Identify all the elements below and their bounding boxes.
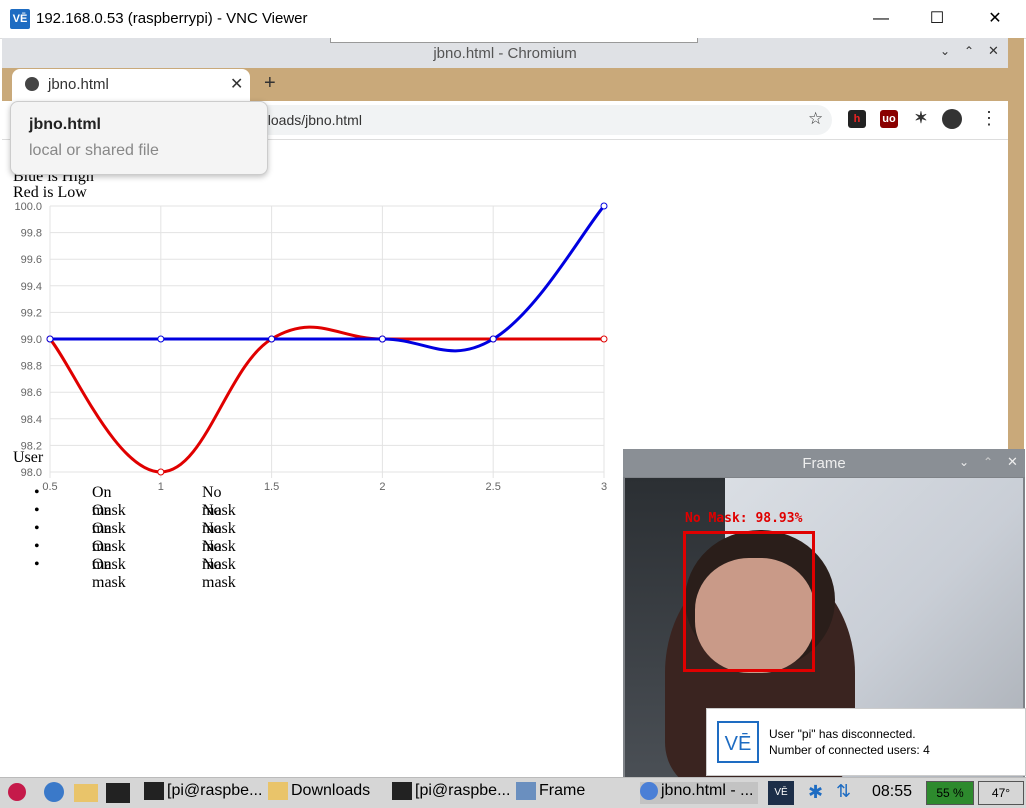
taskbar-label: Frame xyxy=(539,782,586,800)
vnc-toolbar-handle[interactable] xyxy=(330,38,698,43)
x-tick-label: 1.5 xyxy=(264,481,279,493)
detection-label: No Mask: 98.93% xyxy=(685,511,803,526)
tab-close-icon[interactable]: ✕ xyxy=(230,74,243,94)
taskbar-label: [pi@raspbe... xyxy=(167,782,263,800)
browser-launcher-icon[interactable] xyxy=(44,782,64,802)
ublock-icon[interactable]: uo xyxy=(880,110,898,128)
x-tick-label: 2 xyxy=(379,481,385,493)
bullet-icon: • xyxy=(34,502,40,519)
notify-line1: User "pi" has disconnected. xyxy=(769,727,916,741)
vnc-tray-icon[interactable]: VĒ xyxy=(768,781,794,805)
chevron-down-icon[interactable]: ⌄ xyxy=(940,44,950,58)
chromium-close-icon[interactable]: ✕ xyxy=(988,43,999,59)
bullet-icon: • xyxy=(34,538,40,555)
files-launcher-icon[interactable] xyxy=(74,784,98,802)
taskbar-downloads[interactable]: Downloads xyxy=(268,782,370,804)
point-low xyxy=(157,468,165,476)
taskbar-frame[interactable]: Frame xyxy=(516,782,585,804)
taskbar-label: jbno.html - ... xyxy=(661,782,754,800)
point-high xyxy=(489,335,497,343)
detection-box xyxy=(683,531,815,672)
star-icon[interactable]: ☆ xyxy=(808,109,823,129)
bullet-icon: • xyxy=(34,520,40,537)
taskbar-label: [pi@raspbe... xyxy=(415,782,511,800)
vnc-logo-icon: VĒ xyxy=(10,9,30,29)
hover-card-subtitle: local or shared file xyxy=(29,142,159,159)
maximize-button[interactable]: ☐ xyxy=(908,0,966,38)
y-tick-label: 98.6 xyxy=(21,387,42,399)
y-tick-label: 98.0 xyxy=(21,467,42,479)
vnc-notification: VĒ User "pi" has disconnected. Number of… xyxy=(706,708,1026,776)
y-tick-label: 98.4 xyxy=(21,414,42,426)
y-tick-label: 98.8 xyxy=(21,361,42,373)
minimize-button[interactable]: — xyxy=(852,0,910,38)
y-tick-label: 99.0 xyxy=(21,334,42,346)
folder-icon xyxy=(268,782,288,800)
chevron-up-icon[interactable]: ⌃ xyxy=(983,455,993,469)
chevron-up-icon[interactable]: ⌃ xyxy=(964,44,974,58)
chromium-icon xyxy=(640,782,658,800)
chromium-title-bar: jbno.html - Chromium ⌄ ⌃ ✕ xyxy=(2,38,1008,68)
taskbar-terminal-1[interactable]: [pi@raspbe... xyxy=(144,782,262,804)
taskbar-label: Downloads xyxy=(291,782,371,800)
tab-hover-card: jbno.html local or shared file xyxy=(10,101,268,175)
line-chart: 98.098.298.498.698.899.099.299.499.699.8… xyxy=(14,201,608,493)
raspberry-menu-icon[interactable] xyxy=(8,783,26,801)
vnc-logo-icon: VĒ xyxy=(717,721,759,763)
extension-h-icon[interactable]: h xyxy=(848,110,866,128)
chromium-window-title: jbno.html - Chromium xyxy=(433,45,577,62)
x-tick-label: 3 xyxy=(601,481,607,493)
new-tab-button[interactable]: + xyxy=(264,72,276,95)
y-tick-label: 99.8 xyxy=(21,228,42,240)
y-tick-label: 100.0 xyxy=(14,201,42,213)
bullet-icon: • xyxy=(34,556,40,573)
y-tick-label: 99.4 xyxy=(21,281,42,293)
point-high xyxy=(46,335,54,343)
menu-icon[interactable]: ⋮ xyxy=(980,108,998,129)
user-status-1: On mask xyxy=(92,556,126,591)
hover-card-title: jbno.html xyxy=(29,116,101,133)
tab-jbno[interactable]: jbno.html ✕ xyxy=(12,69,250,101)
bluetooth-icon[interactable]: ✱ xyxy=(808,782,823,803)
vnc-window-title: 192.168.0.53 (raspberrypi) - VNC Viewer xyxy=(36,10,308,27)
series-line-low xyxy=(48,325,604,474)
clock[interactable]: 08:55 xyxy=(872,783,912,801)
y-tick-label: 99.2 xyxy=(21,307,42,319)
taskbar-terminal-2[interactable]: [pi@raspbe... xyxy=(392,782,510,804)
profile-icon[interactable] xyxy=(942,109,962,129)
point-high xyxy=(268,335,276,343)
point-high xyxy=(378,335,386,343)
terminal-launcher-icon[interactable] xyxy=(106,783,130,803)
taskbar: [pi@raspbe... Downloads [pi@raspbe... Fr… xyxy=(0,777,1026,808)
x-tick-label: 0.5 xyxy=(42,481,57,493)
terminal-icon xyxy=(392,782,412,800)
network-icon[interactable]: ⇅ xyxy=(836,781,851,802)
cpu-monitor: 55 % xyxy=(926,781,974,805)
taskbar-chromium[interactable]: jbno.html - ... xyxy=(640,782,758,804)
frame-title-bar: Frame ⌄ ⌃ ✕ xyxy=(623,449,1025,477)
address-bar[interactable]: nloads/jbno.html ☆ xyxy=(252,105,832,135)
puzzle-icon[interactable]: ✶ xyxy=(912,110,930,128)
vnc-title-bar: VĒ 192.168.0.53 (raspberrypi) - VNC View… xyxy=(0,0,1026,39)
tab-title: jbno.html xyxy=(48,76,109,93)
terminal-icon xyxy=(144,782,164,800)
globe-icon xyxy=(25,77,39,91)
window-icon xyxy=(516,782,536,800)
bullet-icon: • xyxy=(34,484,40,501)
close-button[interactable]: ✕ xyxy=(966,0,1024,38)
y-tick-label: 99.6 xyxy=(21,254,42,266)
chevron-down-icon[interactable]: ⌄ xyxy=(959,455,969,469)
frame-close-icon[interactable]: ✕ xyxy=(1007,454,1018,470)
x-tick-label: 1 xyxy=(158,481,164,493)
temp-monitor: 47° xyxy=(978,781,1024,805)
user-status-2: No mask xyxy=(202,556,236,591)
url-text: nloads/jbno.html xyxy=(260,112,362,128)
point-high xyxy=(600,202,608,210)
x-tick-label: 2.5 xyxy=(486,481,501,493)
point-high xyxy=(157,335,165,343)
notify-line2: Number of connected users: 4 xyxy=(769,743,930,757)
point-low xyxy=(600,335,608,343)
user-heading: User xyxy=(13,449,44,466)
